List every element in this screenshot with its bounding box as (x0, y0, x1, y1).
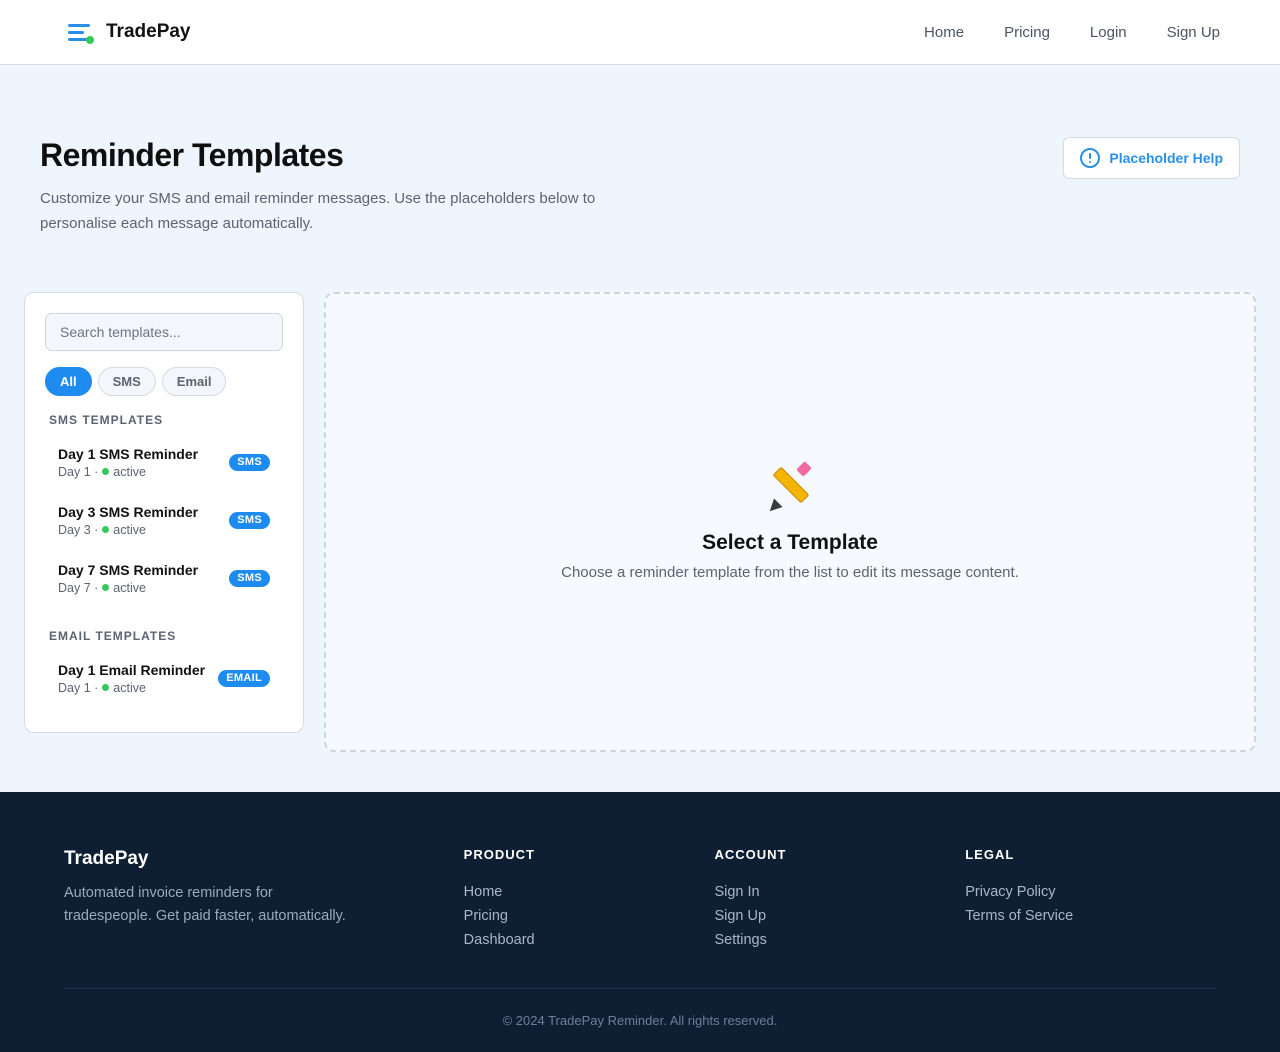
email-templates-heading: Email Templates (49, 629, 177, 643)
nav-pricing-link[interactable]: Pricing (1004, 24, 1050, 41)
template-editor-empty-state: Select a Template Choose a reminder temp… (324, 292, 1256, 752)
pencil-icon (765, 461, 815, 516)
template-name: Day 3 SMS Reminder (58, 503, 199, 520)
template-status: active (113, 680, 146, 695)
template-status: active (113, 522, 146, 537)
footer-link-privacy[interactable]: Privacy Policy (965, 880, 1216, 904)
search-templates-input[interactable] (45, 313, 283, 351)
footer-column-title: ACCOUNT (714, 847, 787, 862)
template-name: Day 7 SMS Reminder (58, 561, 199, 578)
template-item[interactable]: Day 7 SMS Reminder Day 7 · active SMS (45, 549, 283, 607)
template-meta: Day 1 · active (58, 465, 198, 479)
brand[interactable]: TradePay (64, 16, 191, 48)
template-day: Day 1 · (58, 464, 99, 479)
info-icon (1080, 148, 1101, 168)
template-day: Day 1 · (58, 680, 99, 695)
main-nav: Home Pricing Login Sign Up (924, 24, 1220, 41)
page-title: Reminder Templates (40, 137, 344, 173)
template-item[interactable]: Day 3 SMS Reminder Day 3 · active SMS (45, 491, 283, 549)
empty-state-title: Select a Template (702, 531, 878, 554)
site-footer: TradePay Automated invoice reminders for… (0, 792, 1280, 1052)
nav-home-link[interactable]: Home (924, 24, 964, 41)
filter-email-chip[interactable]: Email (161, 367, 227, 396)
template-item[interactable]: Day 1 Email Reminder Day 1 · active EMAI… (45, 649, 283, 707)
template-name: Day 1 Email Reminder (58, 661, 206, 678)
template-meta: Day 7 · active (58, 581, 198, 595)
footer-description: Automated invoice reminders for tradespe… (64, 885, 346, 924)
footer-link-settings[interactable]: Settings (714, 928, 965, 952)
template-day: Day 3 · (58, 522, 99, 537)
footer-column-title: PRODUCT (463, 847, 535, 862)
template-status: active (113, 580, 146, 595)
placeholder-help-label: Placeholder Help (1109, 150, 1223, 166)
placeholder-help-button[interactable]: Placeholder Help (1063, 137, 1240, 179)
brand-name: TradePay (106, 21, 191, 42)
template-meta: Day 1 · active (58, 681, 205, 695)
footer-brand-block: TradePay Automated invoice reminders for… (64, 848, 464, 952)
footer-column-product: PRODUCT Home Pricing Dashboard (464, 848, 715, 952)
template-list-panel: All SMS Email SMS Templates Day 1 SMS Re… (24, 292, 304, 733)
page-header: Reminder Templates Customize your SMS an… (40, 137, 1240, 236)
tradepay-logo-icon (64, 16, 96, 48)
template-type-badge: SMS (229, 569, 270, 587)
footer-link-sign-up[interactable]: Sign Up (714, 904, 965, 928)
filter-chips: All SMS Email (45, 367, 283, 396)
footer-link-sign-in[interactable]: Sign In (714, 880, 965, 904)
sms-templates-heading: SMS Templates (49, 413, 164, 427)
footer-column-title: LEGAL (965, 847, 1015, 862)
footer-column-legal: LEGAL Privacy Policy Terms of Service (965, 848, 1216, 952)
footer-link-pricing[interactable]: Pricing (464, 904, 715, 928)
footer-link-home[interactable]: Home (464, 880, 715, 904)
filter-all-chip[interactable]: All (45, 367, 92, 396)
status-dot-icon (102, 468, 110, 475)
template-day: Day 7 · (58, 580, 99, 595)
footer-link-terms[interactable]: Terms of Service (965, 904, 1216, 928)
footer-column-account: ACCOUNT Sign In Sign Up Settings (714, 848, 965, 952)
nav-signup-link[interactable]: Sign Up (1167, 24, 1220, 41)
template-name: Day 1 SMS Reminder (58, 445, 199, 462)
status-dot-icon (102, 526, 110, 533)
footer-copyright: © 2024 TradePay Reminder. All rights res… (502, 1013, 778, 1028)
template-type-badge: SMS (229, 453, 270, 471)
template-item[interactable]: Day 1 SMS Reminder Day 1 · active SMS (45, 433, 283, 491)
footer-divider (64, 988, 1216, 989)
status-dot-icon (102, 684, 110, 691)
footer-brand-name: TradePay (64, 848, 149, 869)
top-navbar: TradePay Home Pricing Login Sign Up (0, 0, 1280, 65)
template-type-badge: SMS (229, 511, 270, 529)
email-template-list: Day 1 Email Reminder Day 1 · active EMAI… (45, 649, 283, 707)
sms-template-list: Day 1 SMS Reminder Day 1 · active SMS Da… (45, 433, 283, 607)
status-dot-icon (102, 584, 110, 591)
page-subtitle: Customize your SMS and email reminder me… (40, 190, 596, 232)
footer-link-dashboard[interactable]: Dashboard (464, 928, 715, 952)
empty-state-subtitle: Choose a reminder template from the list… (561, 564, 1019, 581)
filter-sms-chip[interactable]: SMS (97, 367, 156, 396)
nav-login-link[interactable]: Login (1090, 24, 1127, 41)
template-type-badge: EMAIL (218, 669, 270, 687)
template-meta: Day 3 · active (58, 523, 198, 537)
template-status: active (113, 464, 146, 479)
